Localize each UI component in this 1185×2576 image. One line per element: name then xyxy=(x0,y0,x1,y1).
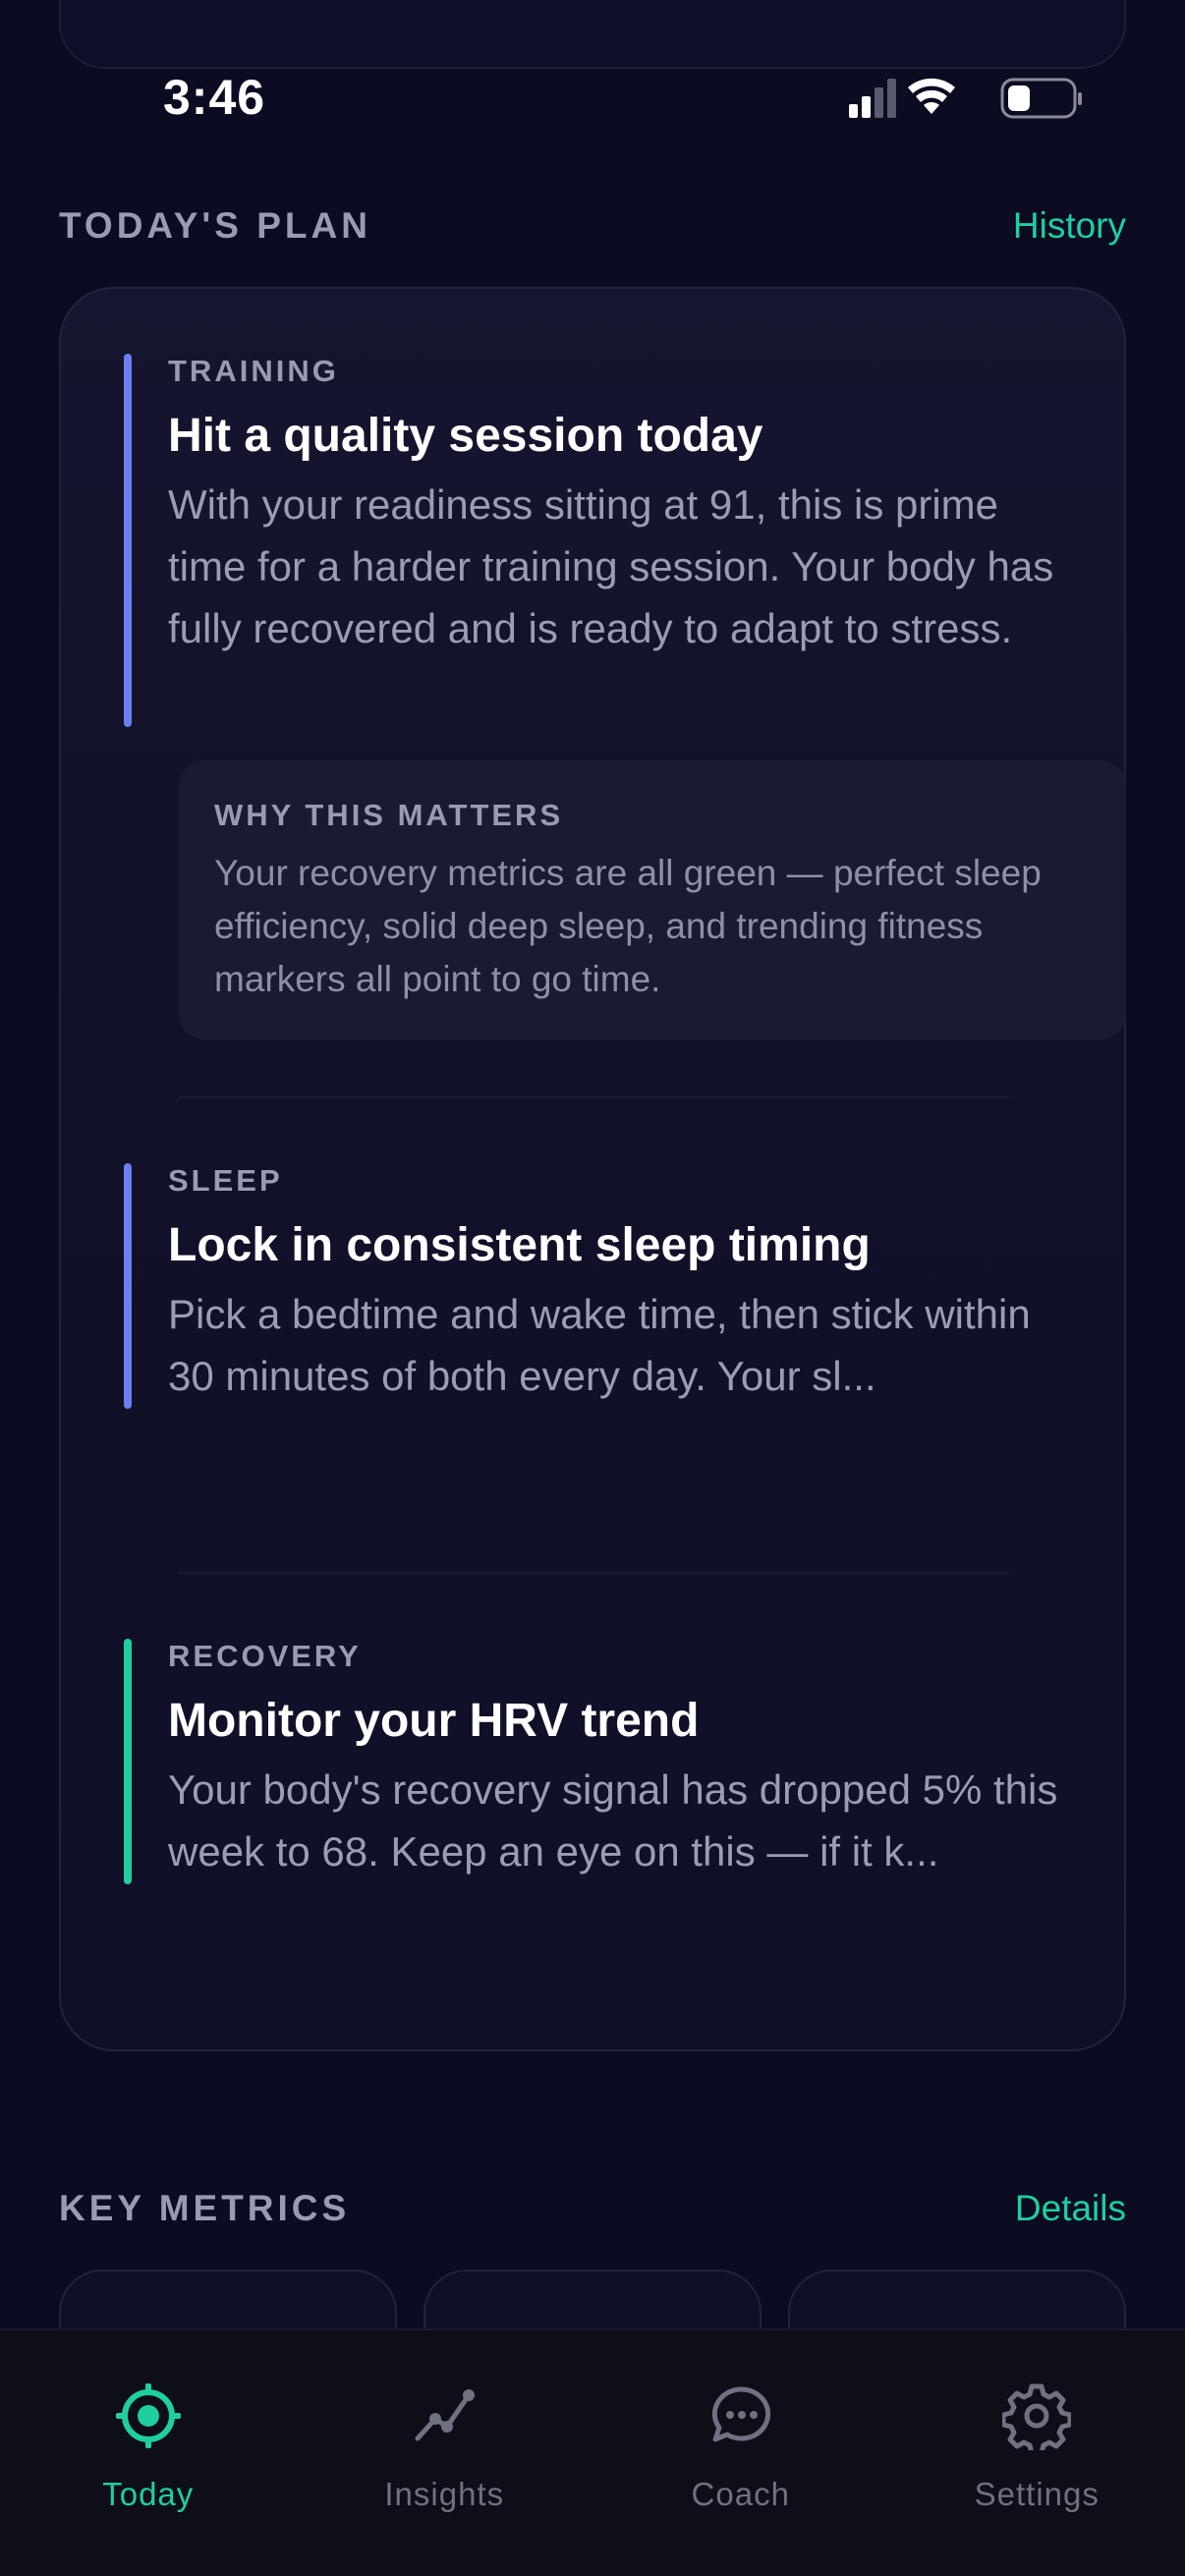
metrics-section-title: KEY METRICS xyxy=(59,2188,351,2228)
gear-icon xyxy=(1002,2383,1072,2450)
plan-item-title: Hit a quality session today xyxy=(168,410,763,462)
accent-bar xyxy=(124,354,132,727)
plan-item-body: With your readiness sitting at 91, this … xyxy=(168,481,1054,651)
wifi-icon xyxy=(908,78,955,114)
divider xyxy=(179,1572,1010,1574)
tab-settings[interactable]: Settings xyxy=(889,2330,1185,2576)
why-this-matters-box: WHY THIS MATTERS Your recovery metrics a… xyxy=(179,760,1126,1039)
target-icon xyxy=(115,2383,181,2448)
plan-item-recovery[interactable]: RECOVERY Monitor your HRV trend Your bod… xyxy=(124,1639,1067,1884)
cellular-signal-icon xyxy=(849,79,896,118)
plan-item-category: RECOVERY xyxy=(168,1639,362,1673)
chat-bubble-icon xyxy=(711,2386,770,2442)
trend-chart-icon xyxy=(415,2389,476,2441)
tab-label: Coach xyxy=(691,2476,790,2512)
details-link[interactable]: Details xyxy=(1015,2188,1126,2229)
history-link[interactable]: History xyxy=(1013,205,1126,247)
status-time: 3:46 xyxy=(163,70,266,125)
metrics-section-header: KEY METRICS Details xyxy=(59,2179,1126,2238)
tab-bar: Today Insights Coach Settings xyxy=(0,2328,1185,2576)
tab-coach[interactable]: Coach xyxy=(592,2330,889,2576)
accent-bar xyxy=(124,1163,132,1409)
tab-label: Today xyxy=(102,2476,195,2512)
tab-insights[interactable]: Insights xyxy=(297,2330,593,2576)
status-bar: 3:46 xyxy=(0,0,1185,187)
why-title: WHY THIS MATTERS xyxy=(214,798,564,832)
divider xyxy=(179,1096,1010,1098)
plan-item-category: SLEEP xyxy=(168,1163,283,1198)
battery-icon xyxy=(1000,78,1082,119)
plan-item-body: Your body's recovery signal has dropped … xyxy=(168,1766,1058,1875)
plan-item-body: Pick a bedtime and wake time, then stick… xyxy=(168,1291,1031,1399)
status-icons xyxy=(849,78,1082,119)
tab-label: Insights xyxy=(384,2476,505,2512)
tab-label: Settings xyxy=(974,2476,1100,2512)
plan-item-category: TRAINING xyxy=(168,354,339,388)
why-body: Your recovery metrics are all green — pe… xyxy=(214,853,1042,999)
plan-item-title: Monitor your HRV trend xyxy=(168,1695,700,1747)
accent-bar xyxy=(124,1639,132,1884)
plan-item-title: Lock in consistent sleep timing xyxy=(168,1219,871,1271)
plan-card: TRAINING Hit a quality session today Wit… xyxy=(59,287,1126,2051)
plan-item-sleep[interactable]: SLEEP Lock in consistent sleep timing Pi… xyxy=(124,1163,1067,1409)
plan-section-header: TODAY'S PLAN History xyxy=(59,196,1126,255)
tab-today[interactable]: Today xyxy=(0,2330,297,2576)
plan-section-title: TODAY'S PLAN xyxy=(59,205,371,246)
plan-item-training[interactable]: TRAINING Hit a quality session today Wit… xyxy=(124,354,1067,727)
